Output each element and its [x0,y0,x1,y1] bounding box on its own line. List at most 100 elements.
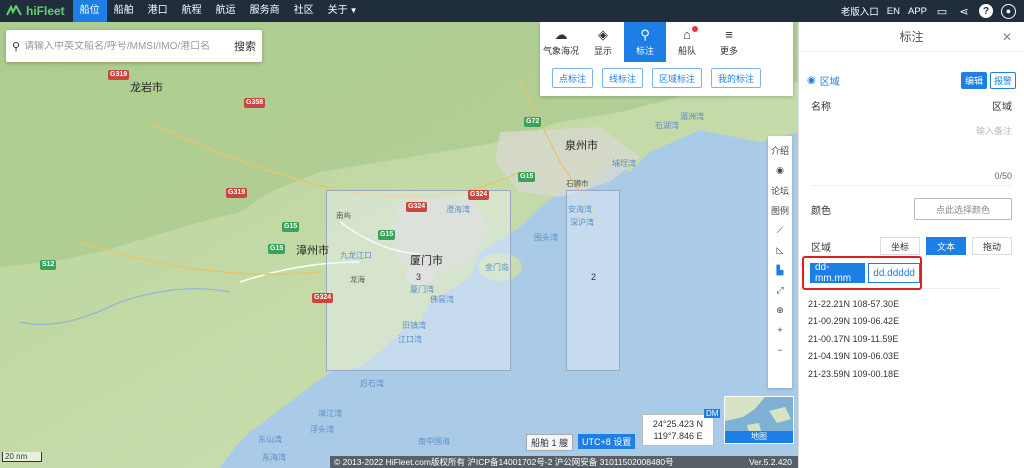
mark-buttons: 点标注 线标注 区域标注 我的标注 [540,62,793,88]
zone-2-label: 2 [591,272,597,282]
name-value[interactable]: 区域 [992,98,1012,113]
panel-header: 标注 ✕ [799,22,1024,52]
close-icon[interactable]: ✕ [1002,30,1012,44]
alarm-button[interactable]: 报警 [989,71,1016,89]
note-input[interactable] [811,124,1012,185]
coordinate-item[interactable]: 21-00.17N 109-11.59E [808,331,899,348]
area-mark-button[interactable]: 区域标注 [652,68,703,88]
weather-icon: ☁ [554,26,568,42]
road-shield: G358 [244,98,266,108]
place-nanyou: 南屿 [336,211,351,220]
forum-button[interactable]: 论坛 [768,180,792,200]
tool-display[interactable]: ◈ 显示 [582,22,624,62]
format-decimal-button[interactable]: dd.ddddd [868,263,920,283]
nav-item-ports[interactable]: 港口 [141,0,175,22]
area-measure-icon[interactable]: ▙ [768,260,792,280]
nav-item-ships[interactable]: 船舶 [107,0,141,22]
copyright-footer: © 2013-2022 HiFleet.com版权所有 沪ICP备1400170… [330,456,798,468]
area-label: 区域 [811,242,831,254]
road-shield: G72 [524,117,542,127]
layers-icon: ◈ [598,26,608,42]
format-dd-mm-button[interactable]: dd-mm.mm [810,262,866,284]
road-shield: G15 [518,172,536,182]
my-marks-button[interactable]: 我的标注 [711,68,762,88]
eye-icon[interactable]: ◉ [807,75,816,86]
chat-icon[interactable]: ▭ [935,4,949,18]
utc-setting-button[interactable]: UTC+8 设置 [578,434,636,449]
edit-button[interactable]: 编辑 [960,71,987,89]
menu-icon: ≡ [725,26,733,42]
tool-annotate[interactable]: ⚲ 标注 [624,22,666,62]
place-shizhou: 石湖湾 [655,121,679,130]
old-version-link[interactable]: 老版入口 [841,4,879,18]
cursor-coordinates: 24°25.423 N 119°7.846 E [642,414,714,446]
language-switch[interactable]: EN [887,6,900,17]
locate-icon[interactable]: ⊕ [768,300,792,320]
tool-more[interactable]: ≡ 更多 [708,22,750,62]
note-counter: 0/50 [994,171,1012,181]
nav-about-label: 关于 [327,5,348,16]
coordinate-item[interactable]: 21-22.21N 108-57.30E [808,296,899,313]
ruler-icon[interactable]: ⟋ [768,220,792,240]
search-button[interactable]: 搜索 [234,38,256,54]
point-mark-button[interactable]: 点标注 [552,68,594,88]
line-mark-button[interactable]: 线标注 [602,68,644,88]
place-jiulong: 九龙江口 [340,251,372,260]
angle-icon[interactable]: ◺ [768,240,792,260]
coord-lon: 119°7.846 E [653,431,703,441]
place-meizhou: 湄洲湾 [680,112,704,121]
nav-item-shipping[interactable]: 航运 [209,0,243,22]
nav-item-about[interactable]: 关于 ▼ [321,0,365,22]
logo-icon [6,5,22,16]
name-label: 名称 [811,101,831,113]
tab-text[interactable]: 文本 [926,237,966,255]
road-shield: G15 [378,230,396,240]
legend-button[interactable]: 图例 [768,200,792,220]
color-picker-button[interactable]: 点此选择颜色 [914,198,1012,220]
nav-item-providers[interactable]: 服务商 [243,0,287,22]
share-icon[interactable]: ⋖ [957,4,971,18]
place-donghai: 东海湾 [262,453,286,462]
tool-weather[interactable]: ☁ 气象海况 [540,22,582,62]
intro-button[interactable]: 介绍 [768,140,792,160]
panel-title: 标注 [899,30,924,44]
coordinate-item[interactable]: 21-23.59N 109-00.18E [808,366,899,383]
minimap[interactable]: 地图 [724,396,794,444]
tool-fleet-label: 船队 [677,45,696,56]
tab-coordinates[interactable]: 坐标 [880,237,920,255]
place-longyan: 龙岩市 [130,82,163,94]
place-jinmen: 金门岛 [485,263,509,272]
app-link[interactable]: APP [908,6,927,17]
user-icon[interactable]: ● [1001,3,1016,19]
fullscreen-icon[interactable]: ⤢ [768,280,792,300]
tool-display-label: 显示 [593,45,612,56]
ship-search-box: ⚲ 搜索 [6,30,262,62]
place-shishi: 石狮市 [566,179,589,188]
eye-icon[interactable]: ◉ [768,160,792,180]
chevron-down-icon: ▼ [349,6,358,15]
area-mode-tabs: 坐标 文本 拖动 [880,237,1012,255]
nav-item-voyage[interactable]: 航程 [175,0,209,22]
zoom-in-icon[interactable]: + [768,320,792,340]
place-anhai: 安海湾 [568,205,592,214]
road-shield: G324 [468,190,490,200]
tool-fleet[interactable]: ⌂ 船队 [666,22,708,62]
coordinate-item[interactable]: 21-04.19N 109-06.03E [808,348,899,365]
place-lvhu: 旧镇湾 [402,321,426,330]
coord-format-toggle[interactable]: DM [704,409,721,418]
zoom-out-icon[interactable]: − [768,340,792,360]
road-shield: G324 [312,293,334,303]
place-houtang: 后石湾 [360,379,384,388]
tab-drag[interactable]: 拖动 [972,237,1012,255]
coordinate-item[interactable]: 21-00.29N 109-06.42E [808,313,899,330]
place-jiangkou: 江口湾 [398,335,422,344]
help-icon[interactable]: ? [979,4,993,18]
top-right-tools: 老版入口 EN APP ▭ ⋖ ? ● [841,3,1024,19]
region-row: ◉ 区域 编辑 报警 [799,68,1024,92]
nav-item-ship-position[interactable]: 船位 [72,0,107,22]
area-field: 区域 坐标 文本 拖动 [799,234,1024,258]
hifleet-logo[interactable]: hiFleet [0,4,73,18]
search-input[interactable] [24,40,230,52]
road-shield: S12 [40,260,57,270]
nav-item-community[interactable]: 社区 [287,0,321,22]
